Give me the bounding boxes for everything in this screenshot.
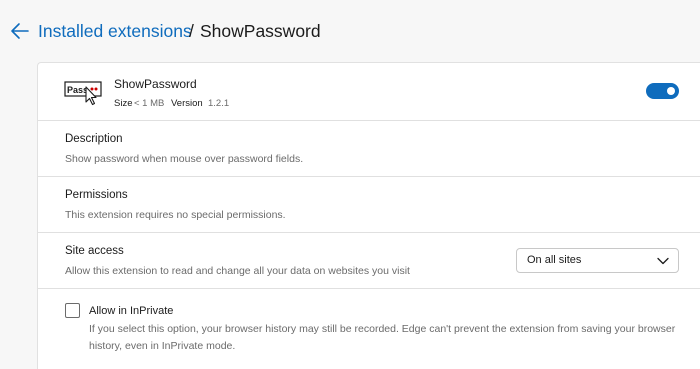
breadcrumb-installed-extensions-link[interactable]: Installed extensions [38,21,192,42]
version-value: 1.2.1 [208,98,230,109]
permissions-title: Permissions [65,189,128,201]
page-header: Installed extensions / ShowPassword [0,0,700,62]
extension-logo: Pass [64,81,102,106]
page-title: ShowPassword [200,21,321,41]
divider [38,176,700,177]
allow-inprivate-checkbox[interactable] [65,303,80,318]
divider [38,288,700,289]
site-access-dropdown[interactable]: On all sites [516,248,679,273]
permissions-text: This extension requires no special permi… [65,209,286,221]
site-access-text: Allow this extension to read and change … [65,265,410,277]
extension-enable-toggle[interactable] [646,83,679,99]
toggle-knob [667,87,675,95]
description-text: Show password when mouse over password f… [65,153,304,165]
extension-details-card: Pass ShowPassword Size < 1 MB Version 1.… [37,62,700,369]
breadcrumb-separator: / [189,21,194,41]
extension-logo-text: Pass [67,85,88,95]
allow-inprivate-description: If you select this option, your browser … [89,323,676,352]
description-title: Description [65,133,123,145]
divider [38,232,700,233]
back-arrow-icon[interactable] [10,22,30,40]
version-label: Version [171,98,203,109]
site-access-title: Site access [65,245,124,257]
extension-name: ShowPassword [114,77,197,91]
chevron-down-icon [657,257,669,265]
size-label: Size [114,98,133,109]
site-access-selected-value: On all sites [527,254,582,266]
divider [38,120,700,121]
size-value: < 1 MB [134,98,165,109]
allow-inprivate-label[interactable]: Allow in InPrivate [89,305,173,317]
